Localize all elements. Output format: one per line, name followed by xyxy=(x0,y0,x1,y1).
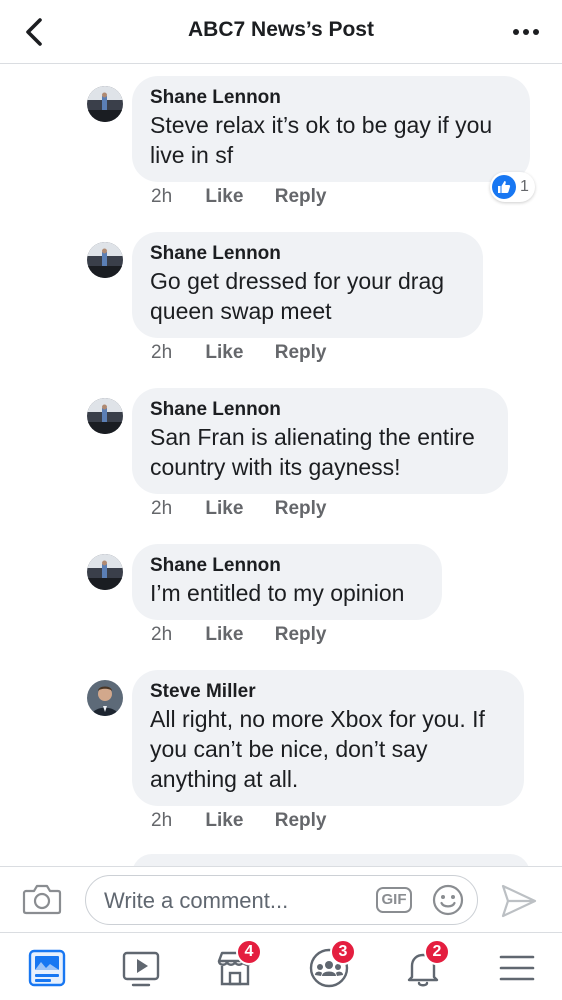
avatar[interactable] xyxy=(87,86,123,122)
comment-time: 2h xyxy=(151,810,173,831)
like-button[interactable]: Like xyxy=(205,342,243,364)
reaction-count: 1 xyxy=(520,178,529,195)
comment-author[interactable]: Steve Miller xyxy=(150,680,504,704)
reply-button[interactable]: Reply xyxy=(275,186,327,208)
avatar[interactable] xyxy=(87,398,123,434)
comment-time: 2h xyxy=(151,624,173,645)
comment-time: 2h xyxy=(151,186,173,207)
more-options-icon[interactable] xyxy=(510,16,542,48)
comment-bubble[interactable]: Shane Lennon Go get dressed for your dra… xyxy=(132,232,483,338)
comment-text: Steve relax it’s ok to be gay if you liv… xyxy=(150,112,493,168)
send-icon[interactable] xyxy=(500,883,538,919)
top-bar: ABC7 News’s Post xyxy=(0,0,562,64)
gif-button[interactable]: GIF xyxy=(376,887,412,913)
thumbs-up-icon xyxy=(492,175,516,199)
bottom-navigation: 4 3 2 xyxy=(0,932,562,1000)
comment-text: I’m entitled to my opinion xyxy=(150,580,405,606)
page-title: ABC7 News’s Post xyxy=(188,18,374,41)
comment-bubble[interactable]: Steve Miller All right, no more Xbox for… xyxy=(132,670,524,806)
tab-news-feed[interactable] xyxy=(24,945,70,991)
comment-composer: Write a comment... GIF xyxy=(0,866,562,932)
comment-author[interactable]: Shane Lennon xyxy=(150,242,463,266)
comment-input[interactable]: Write a comment... GIF xyxy=(85,875,478,925)
like-button[interactable]: Like xyxy=(205,624,243,646)
reply-button[interactable]: Reply xyxy=(275,810,327,832)
news-feed-icon xyxy=(28,949,66,987)
tab-notifications[interactable]: 2 xyxy=(400,939,450,991)
like-button[interactable]: Like xyxy=(205,810,243,832)
comment-bubble[interactable]: Shane Lennon San Fran is alienating the … xyxy=(132,388,508,494)
tab-menu[interactable] xyxy=(494,945,540,991)
comment-actions: 2h Like Reply xyxy=(151,498,326,520)
comment-time: 2h xyxy=(151,498,173,519)
tab-watch[interactable] xyxy=(118,945,164,991)
avatar[interactable] xyxy=(87,242,123,278)
video-play-icon xyxy=(122,951,160,987)
comment-actions: 2h Like Reply xyxy=(151,624,326,646)
like-button[interactable]: Like xyxy=(205,498,243,520)
comment-actions: 2h Like Reply xyxy=(151,810,326,832)
camera-icon[interactable] xyxy=(22,881,62,917)
comment-bubble-partial xyxy=(132,854,530,866)
comment-text: All right, no more Xbox for you. If you … xyxy=(150,706,485,792)
notifications-badge: 2 xyxy=(424,939,450,965)
comment-author[interactable]: Shane Lennon xyxy=(150,86,510,110)
comment-actions: 2h Like Reply xyxy=(151,186,326,208)
tab-marketplace[interactable]: 4 xyxy=(212,939,262,991)
comment-author[interactable]: Shane Lennon xyxy=(150,554,422,578)
menu-icon xyxy=(499,955,535,981)
comment-author[interactable]: Shane Lennon xyxy=(150,398,488,422)
reply-button[interactable]: Reply xyxy=(275,342,327,364)
avatar[interactable] xyxy=(87,554,123,590)
comment-bubble[interactable]: Shane Lennon Steve relax it’s ok to be g… xyxy=(132,76,530,182)
tab-groups[interactable]: 3 xyxy=(306,939,356,991)
like-button[interactable]: Like xyxy=(205,186,243,208)
comment-text: Go get dressed for your drag queen swap … xyxy=(150,268,445,324)
comment-actions: 2h Like Reply xyxy=(151,342,326,364)
comment-input-placeholder: Write a comment... xyxy=(104,888,289,913)
reaction-summary[interactable]: 1 xyxy=(490,172,535,202)
comment-text: San Fran is alienating the entire countr… xyxy=(150,424,475,480)
reply-button[interactable]: Reply xyxy=(275,624,327,646)
comment-list: Shane Lennon Steve relax it’s ok to be g… xyxy=(0,64,562,866)
comment-time: 2h xyxy=(151,342,173,363)
groups-badge: 3 xyxy=(330,939,356,965)
marketplace-badge: 4 xyxy=(236,939,262,965)
comment-bubble[interactable]: Shane Lennon I’m entitled to my opinion xyxy=(132,544,442,620)
emoji-icon[interactable] xyxy=(432,884,464,916)
reply-button[interactable]: Reply xyxy=(275,498,327,520)
avatar[interactable] xyxy=(87,680,123,716)
